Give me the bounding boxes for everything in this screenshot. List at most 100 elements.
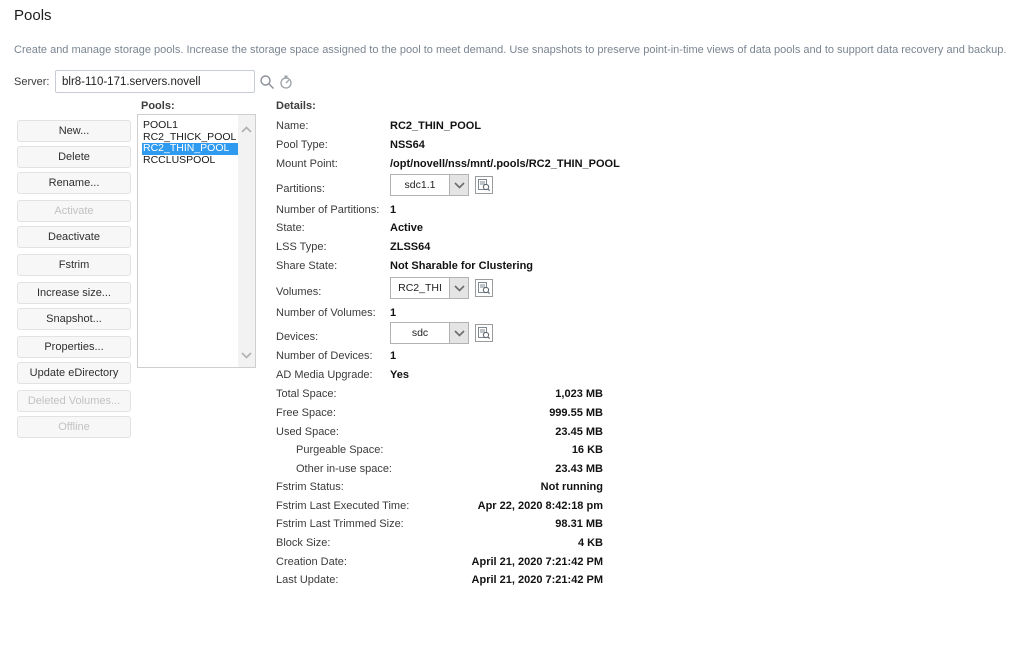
detail-label: AD Media Upgrade: <box>276 369 373 381</box>
action-button-rename[interactable]: Rename... <box>17 172 131 194</box>
chevron-down-icon[interactable] <box>449 174 469 196</box>
refresh-icon[interactable] <box>278 74 294 90</box>
detail-row: LSS Type: ZLSS64 <box>276 241 603 256</box>
action-button-column: New... Delete Rename... Activate Deactiv… <box>17 120 131 442</box>
detail-label: Mount Point: <box>276 158 338 170</box>
detail-label: Used Space: <box>276 426 339 438</box>
action-button-properties[interactable]: Properties... <box>17 336 131 358</box>
chevron-up-icon[interactable] <box>238 121 255 137</box>
detail-label: Purgeable Space: <box>296 444 383 456</box>
detail-label: Fstrim Status: <box>276 481 344 493</box>
browse-objects-icon[interactable] <box>475 324 493 342</box>
detail-row: Pool Type: NSS64 <box>276 139 603 154</box>
detail-row: AD Media Upgrade: Yes <box>276 369 603 384</box>
devices-dropdown[interactable]: sdc <box>390 322 493 344</box>
detail-value: April 21, 2020 7:21:42 PM <box>472 574 603 586</box>
page-title: Pools <box>14 7 52 24</box>
action-button-delete[interactable]: Delete <box>17 146 131 168</box>
detail-row-partitions: Partitions: sdc1.1 <box>276 174 603 196</box>
detail-value: 98.31 MB <box>555 518 603 530</box>
detail-row: Fstrim Last Trimmed Size: 98.31 MB <box>276 518 603 533</box>
server-label: Server: <box>14 76 49 88</box>
detail-label: Devices: <box>276 331 318 343</box>
volumes-dropdown-value[interactable]: RC2_THI <box>390 277 449 299</box>
detail-value: 23.43 MB <box>555 463 603 475</box>
detail-row: Purgeable Space: 16 KB <box>276 444 603 459</box>
action-button-offline[interactable]: Offline <box>17 416 131 438</box>
action-button-fstrim[interactable]: Fstrim <box>17 254 131 276</box>
partitions-dropdown[interactable]: sdc1.1 <box>390 174 493 196</box>
action-button-deleted-volumes[interactable]: Deleted Volumes... <box>17 390 131 412</box>
detail-label: Block Size: <box>276 537 330 549</box>
detail-row: Used Space: 23.45 MB <box>276 426 603 441</box>
detail-label: Number of Volumes: <box>276 307 376 319</box>
detail-row: Number of Volumes: 1 <box>276 307 603 322</box>
detail-label: Number of Partitions: <box>276 204 379 216</box>
detail-label: Last Update: <box>276 574 338 586</box>
detail-row: Mount Point: /opt/novell/nss/mnt/.pools/… <box>276 158 603 173</box>
detail-value: Apr 22, 2020 8:42:18 pm <box>478 500 603 512</box>
detail-value: 1 <box>390 350 396 362</box>
detail-label: Pool Type: <box>276 139 328 151</box>
action-button-deactivate[interactable]: Deactivate <box>17 226 131 248</box>
detail-label: Name: <box>276 120 308 132</box>
devices-dropdown-value[interactable]: sdc <box>390 322 449 344</box>
detail-row: Number of Devices: 1 <box>276 350 603 365</box>
detail-label: Volumes: <box>276 286 321 298</box>
browse-objects-icon[interactable] <box>475 279 493 297</box>
detail-label: State: <box>276 222 305 234</box>
detail-row: Share State: Not Sharable for Clustering <box>276 260 603 275</box>
pools-page: Pools Create and manage storage pools. I… <box>0 0 1009 651</box>
detail-value: 4 KB <box>578 537 603 549</box>
detail-label: Other in-use space: <box>296 463 392 475</box>
detail-label: Creation Date: <box>276 556 347 568</box>
action-button-update-edirectory[interactable]: Update eDirectory <box>17 362 131 384</box>
detail-label: LSS Type: <box>276 241 327 253</box>
detail-value: RC2_THIN_POOL <box>390 120 481 132</box>
detail-value: 1,023 MB <box>555 388 603 400</box>
detail-value: Active <box>390 222 423 234</box>
detail-row: Number of Partitions: 1 <box>276 204 603 219</box>
page-description: Create and manage storage pools. Increas… <box>14 44 1006 56</box>
action-button-new[interactable]: New... <box>17 120 131 142</box>
action-button-increase-size[interactable]: Increase size... <box>17 282 131 304</box>
chevron-down-icon[interactable] <box>449 277 469 299</box>
detail-value: Yes <box>390 369 409 381</box>
detail-row: Last Update: April 21, 2020 7:21:42 PM <box>276 574 603 589</box>
detail-row: Total Space: 1,023 MB <box>276 388 603 403</box>
detail-value: April 21, 2020 7:21:42 PM <box>472 556 603 568</box>
detail-row: Free Space: 999.55 MB <box>276 407 603 422</box>
chevron-down-icon[interactable] <box>238 347 255 363</box>
chevron-down-icon[interactable] <box>449 322 469 344</box>
detail-row: Fstrim Last Executed Time: Apr 22, 2020 … <box>276 500 603 515</box>
volumes-dropdown[interactable]: RC2_THI <box>390 277 493 299</box>
pools-list-label: Pools: <box>141 100 175 112</box>
detail-row: Creation Date: April 21, 2020 7:21:42 PM <box>276 556 603 571</box>
detail-row: Fstrim Status: Not running <box>276 481 603 496</box>
detail-row: Other in-use space: 23.43 MB <box>276 463 603 478</box>
detail-value: 23.45 MB <box>555 426 603 438</box>
pool-list-item[interactable]: RCCLUSPOOL <box>142 155 238 167</box>
details-label: Details: <box>276 100 316 112</box>
action-button-snapshot[interactable]: Snapshot... <box>17 308 131 330</box>
detail-value: 999.55 MB <box>549 407 603 419</box>
pools-list-scrollbar[interactable] <box>238 115 255 367</box>
search-icon[interactable] <box>259 74 275 90</box>
detail-value: Not running <box>541 481 603 493</box>
pools-listbox: POOL1 RC2_THICK_POOL RC2_THIN_POOL RCCLU… <box>137 114 256 368</box>
detail-value: /opt/novell/nss/mnt/.pools/RC2_THIN_POOL <box>390 158 620 170</box>
detail-value: NSS64 <box>390 139 425 151</box>
pool-list-item[interactable]: RC2_THIN_POOL <box>142 143 238 155</box>
browse-objects-icon[interactable] <box>475 176 493 194</box>
partitions-dropdown-value[interactable]: sdc1.1 <box>390 174 449 196</box>
pool-list-item[interactable]: POOL1 <box>142 120 238 132</box>
detail-value: 16 KB <box>572 444 603 456</box>
detail-value: 1 <box>390 307 396 319</box>
detail-label: Total Space: <box>276 388 337 400</box>
server-input[interactable] <box>55 70 255 93</box>
detail-row-volumes: Volumes: RC2_THI <box>276 277 603 299</box>
detail-label: Partitions: <box>276 183 325 195</box>
detail-label: Fstrim Last Trimmed Size: <box>276 518 404 530</box>
action-button-activate[interactable]: Activate <box>17 200 131 222</box>
detail-row: Block Size: 4 KB <box>276 537 603 552</box>
